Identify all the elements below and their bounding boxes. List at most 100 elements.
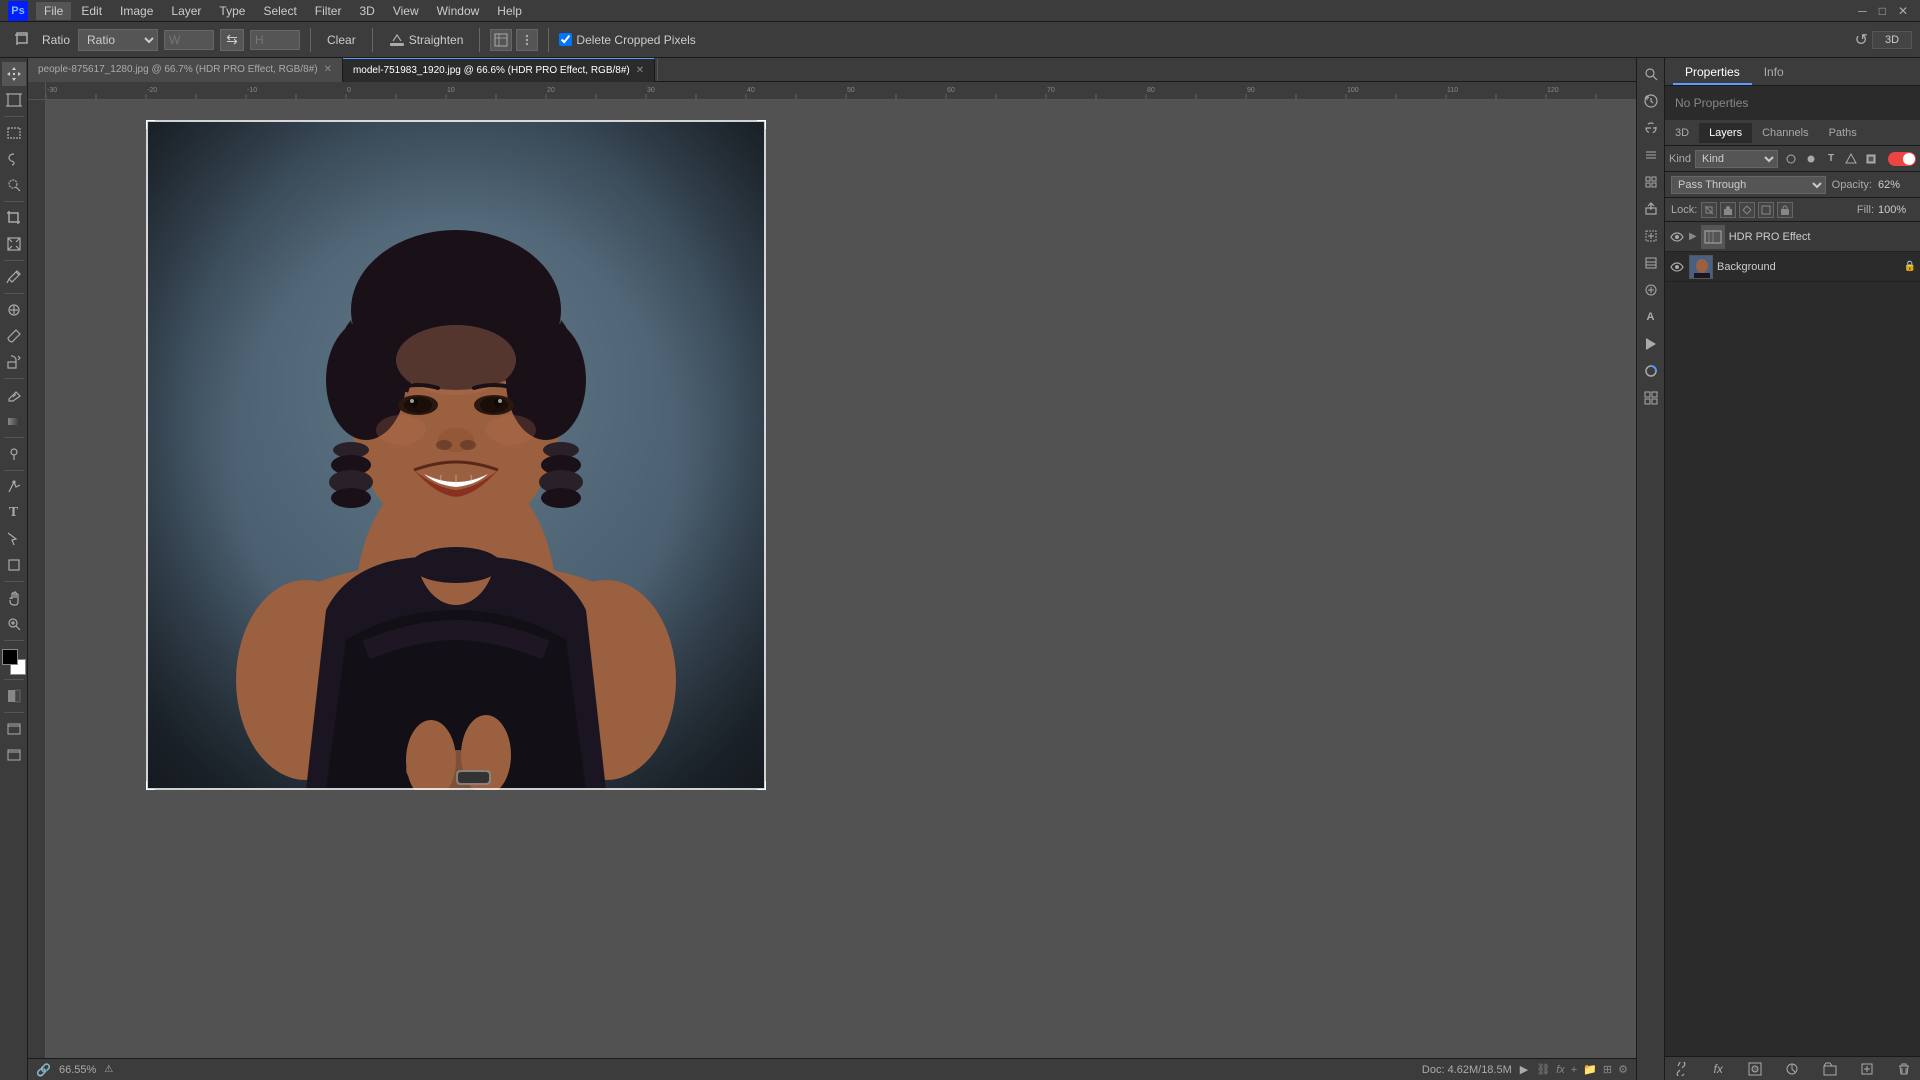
layer-visibility-bg[interactable] (1669, 259, 1685, 275)
straighten-button[interactable]: Straighten (383, 30, 470, 50)
info-tab[interactable]: Info (1752, 61, 1796, 85)
timeline-grid-icon[interactable] (1639, 386, 1663, 410)
tab-paths[interactable]: Paths (1819, 123, 1867, 143)
lock-position-icon[interactable] (1739, 202, 1755, 218)
zoom-tool[interactable] (2, 612, 26, 636)
brush-tool[interactable] (2, 324, 26, 348)
clone-stamp-tool[interactable] (2, 350, 26, 374)
quick-mask-toggle[interactable] (2, 684, 26, 708)
frame-tool[interactable] (2, 232, 26, 256)
menu-filter[interactable]: Filter (307, 2, 350, 20)
layer-group-hdr[interactable]: ▶ HDR PRO Effect (1665, 222, 1920, 252)
zoom-input[interactable]: 3D (1872, 31, 1912, 49)
window-close[interactable]: ✕ (1894, 4, 1912, 18)
shape-tool[interactable] (2, 553, 26, 577)
artboard-tool[interactable] (2, 88, 26, 112)
layer-background[interactable]: Background 🔒 (1665, 252, 1920, 282)
lock-pixels-icon[interactable] (1720, 202, 1736, 218)
clear-button[interactable]: Clear (321, 31, 362, 49)
menu-help[interactable]: Help (489, 2, 530, 20)
add-style-button[interactable]: fx (1708, 1059, 1728, 1079)
tab-2-close[interactable]: ✕ (636, 65, 644, 76)
properties-panel-icon[interactable] (1639, 143, 1663, 167)
delete-cropped-pixels-checkbox-label[interactable]: Delete Cropped Pixels (559, 33, 695, 47)
menu-file[interactable]: File (36, 2, 71, 20)
lock-all-icon[interactable] (1777, 202, 1793, 218)
swap-dimensions-button[interactable]: ⇆ (220, 29, 244, 51)
link-layers-button[interactable] (1671, 1059, 1691, 1079)
pen-tool[interactable] (2, 475, 26, 499)
options-menu-button[interactable] (516, 29, 538, 51)
quick-select-tool[interactable] (2, 173, 26, 197)
crop-tool[interactable] (2, 206, 26, 230)
delete-layer-button[interactable] (1894, 1059, 1914, 1079)
search-panel-icon[interactable] (1639, 62, 1663, 86)
tab-1-close[interactable]: ✕ (324, 64, 332, 75)
history-state-icon[interactable] (1639, 251, 1663, 275)
properties-tab[interactable]: Properties (1673, 61, 1752, 85)
export-panel-icon[interactable] (1639, 197, 1663, 221)
menu-image[interactable]: Image (112, 2, 161, 20)
menu-3d[interactable]: 3D (351, 2, 382, 20)
rect-marquee-tool[interactable] (2, 121, 26, 145)
hand-tool[interactable] (2, 586, 26, 610)
filter-smartobject-icon[interactable] (1862, 150, 1880, 168)
filter-pixel-icon[interactable] (1782, 150, 1800, 168)
text-ai-icon[interactable]: A (1639, 305, 1663, 329)
kind-select[interactable]: Kind (1695, 150, 1778, 168)
patch-panel-icon[interactable] (1639, 278, 1663, 302)
type-tool[interactable]: T (2, 501, 26, 525)
eyedropper-tool[interactable] (2, 265, 26, 289)
eraser-tool[interactable] (2, 383, 26, 407)
lasso-tool[interactable] (2, 147, 26, 171)
menu-edit[interactable]: Edit (73, 2, 110, 20)
canvas-image[interactable] (146, 120, 766, 790)
add-layer-button[interactable] (1857, 1059, 1877, 1079)
color-wheel-icon[interactable] (1639, 359, 1663, 383)
libraries-panel-icon[interactable] (1639, 170, 1663, 194)
ratio-select[interactable]: Ratio1:14:316:9Custom (78, 29, 158, 51)
actions-panel-icon[interactable] (1639, 332, 1663, 356)
more-status-icon[interactable]: ▶ (1520, 1063, 1528, 1076)
layer-visibility-hdr[interactable] (1669, 229, 1685, 245)
filter-type-icon[interactable]: T (1822, 150, 1840, 168)
tab-layers[interactable]: Layers (1699, 123, 1752, 143)
filter-shape-icon[interactable] (1842, 150, 1860, 168)
gradient-tool[interactable] (2, 409, 26, 433)
add-mask-button[interactable] (1745, 1059, 1765, 1079)
tab-channels[interactable]: Channels (1752, 123, 1818, 143)
tab-3d[interactable]: 3D (1665, 123, 1699, 143)
undo-icon[interactable]: ↺ (1855, 30, 1868, 50)
healing-brush-tool[interactable] (2, 298, 26, 322)
tab-2[interactable]: model-751983_1920.jpg @ 66.6% (HDR PRO E… (343, 58, 655, 82)
settings-icon[interactable]: ⚙ (1618, 1063, 1628, 1076)
add-group-button[interactable] (1820, 1059, 1840, 1079)
add-layer-icon[interactable]: + (1571, 1064, 1577, 1076)
history-panel-icon[interactable] (1639, 89, 1663, 113)
menu-type[interactable]: Type (211, 2, 253, 20)
lock-artboard-icon[interactable] (1758, 202, 1774, 218)
tab-1[interactable]: people-875617_1280.jpg @ 66.7% (HDR PRO … (28, 58, 343, 82)
dodge-tool[interactable] (2, 442, 26, 466)
delete-cropped-pixels-checkbox[interactable] (559, 33, 572, 46)
overlay-options-button[interactable] (490, 29, 512, 51)
move-tool[interactable] (2, 62, 26, 86)
menu-view[interactable]: View (385, 2, 427, 20)
menu-layer[interactable]: Layer (163, 2, 209, 20)
lock-transparency-icon[interactable] (1701, 202, 1717, 218)
menu-window[interactable]: Window (429, 2, 488, 20)
foreground-color-swatch[interactable] (2, 649, 18, 665)
filter-adjustment-icon[interactable] (1802, 150, 1820, 168)
chain-icon[interactable]: ⛓ (1536, 1063, 1550, 1076)
path-select-tool[interactable] (2, 527, 26, 551)
selection-panel-icon[interactable] (1639, 224, 1663, 248)
window-maximize[interactable]: □ (1875, 4, 1890, 18)
crop-tool-options-icon[interactable] (8, 26, 36, 54)
crop-height-input[interactable] (250, 30, 300, 50)
extra-tools[interactable] (2, 743, 26, 767)
folder-icon[interactable]: 📁 (1583, 1063, 1597, 1076)
add-adjustment-button[interactable] (1782, 1059, 1802, 1079)
fx-label[interactable]: fx (1556, 1064, 1565, 1076)
canvas-viewport[interactable] (46, 100, 1636, 1058)
crop-width-input[interactable] (164, 30, 214, 50)
